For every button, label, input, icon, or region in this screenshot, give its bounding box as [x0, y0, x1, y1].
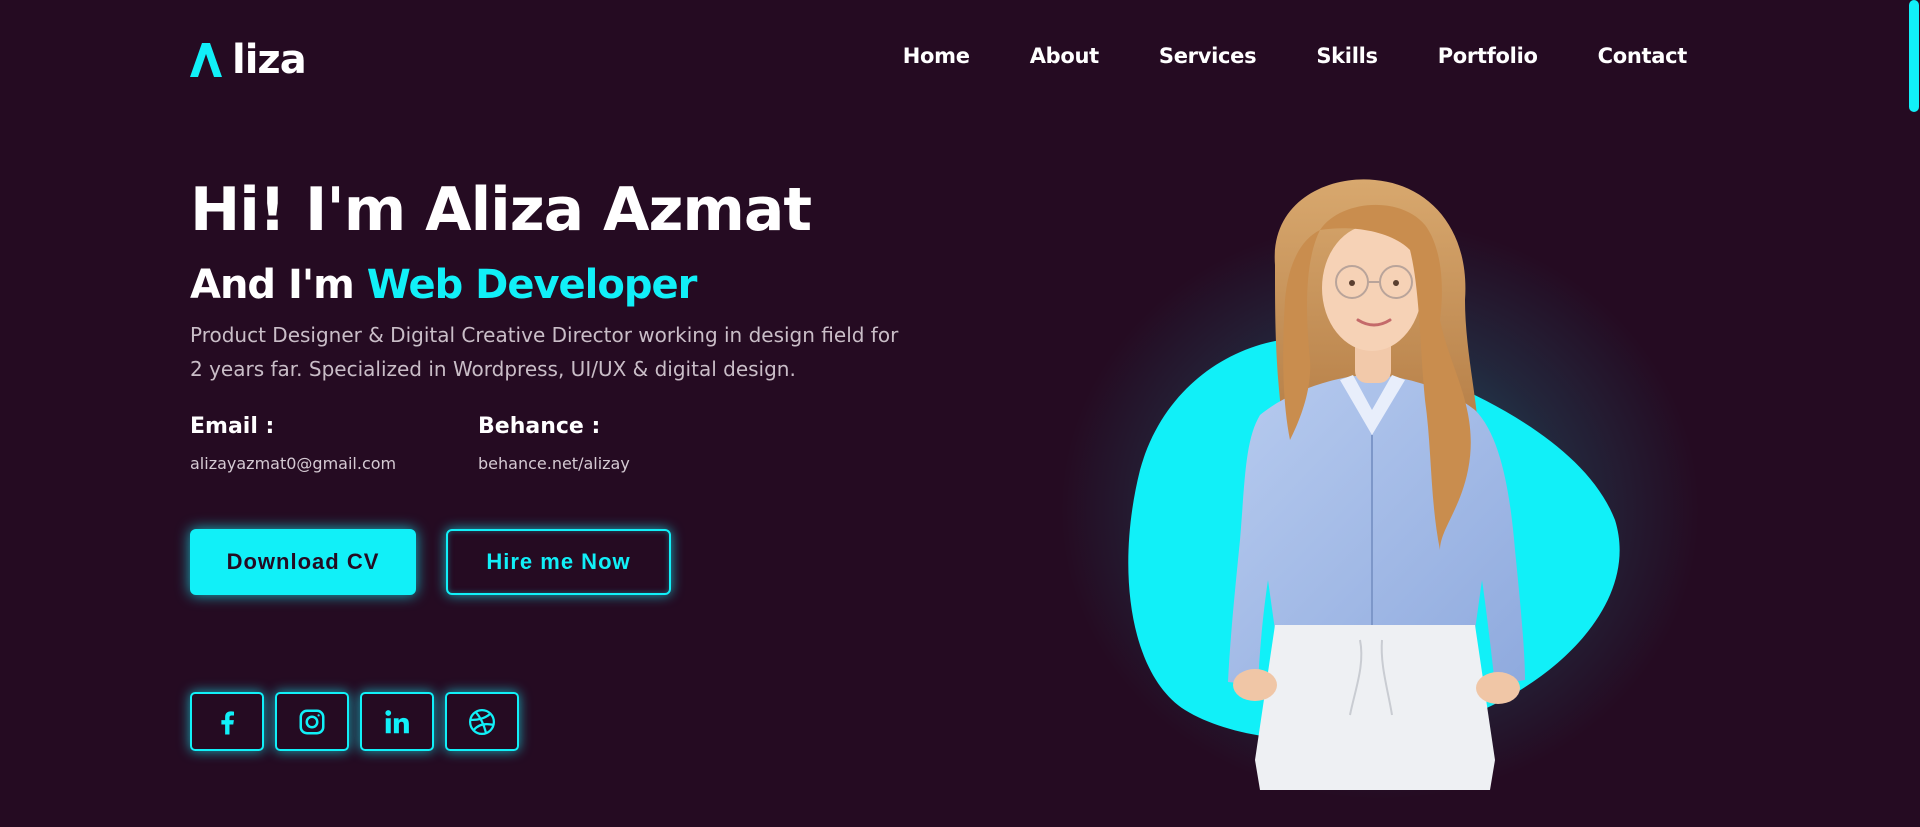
pants — [1255, 625, 1495, 790]
behance-value[interactable]: behance.net/alizay — [478, 454, 630, 473]
email-label: Email : — [190, 414, 275, 439]
hero-description: Product Designer & Digital Creative Dire… — [190, 323, 899, 381]
facebook-icon — [221, 710, 234, 734]
nav-services[interactable]: Services — [1159, 44, 1257, 68]
main-nav: Home About Services Skills Portfolio Con… — [903, 44, 1688, 68]
hire-me-button[interactable]: Hire me Now — [446, 529, 671, 595]
facebook-link[interactable] — [190, 692, 264, 751]
social-links — [190, 692, 519, 751]
scrollbar-thumb[interactable] — [1909, 0, 1919, 112]
instagram-icon — [299, 709, 325, 734]
hero-image — [1020, 170, 1720, 810]
email-value[interactable]: alizayazmat0@gmail.com — [190, 454, 396, 473]
behance-label: Behance : — [478, 414, 601, 439]
nav-contact[interactable]: Contact — [1598, 44, 1688, 68]
download-cv-button[interactable]: Download CV — [190, 529, 416, 595]
nav-home[interactable]: Home — [903, 44, 970, 68]
nav-portfolio[interactable]: Portfolio — [1438, 44, 1538, 68]
logo[interactable]: liza — [190, 37, 307, 83]
hero-title: Hi! I'm Aliza Azmat — [190, 175, 812, 245]
linkedin-link[interactable] — [360, 692, 434, 751]
portfolio-page: liza Home About Services Skills Portfoli… — [0, 0, 1920, 827]
email-block: Email : alizayazmat0@gmail.com — [190, 412, 396, 473]
hero-subtitle-prefix: And I'm — [190, 262, 355, 308]
linkedin-icon — [385, 709, 409, 733]
nav-skills[interactable]: Skills — [1316, 44, 1378, 68]
dribbble-link[interactable] — [445, 692, 519, 751]
scrollbar[interactable] — [1908, 0, 1920, 827]
hero-portrait — [1060, 179, 1700, 800]
dribbble-icon — [469, 708, 495, 735]
logo-text: liza — [232, 37, 307, 83]
nav-about[interactable]: About — [1030, 44, 1100, 68]
instagram-link[interactable] — [275, 692, 349, 751]
hero-role: Web Developer — [366, 262, 698, 308]
hero-subtitle: And I'm Web Developer — [190, 260, 698, 310]
logo-mark-icon — [190, 43, 222, 77]
behance-block: Behance : behance.net/alizay — [478, 412, 630, 473]
